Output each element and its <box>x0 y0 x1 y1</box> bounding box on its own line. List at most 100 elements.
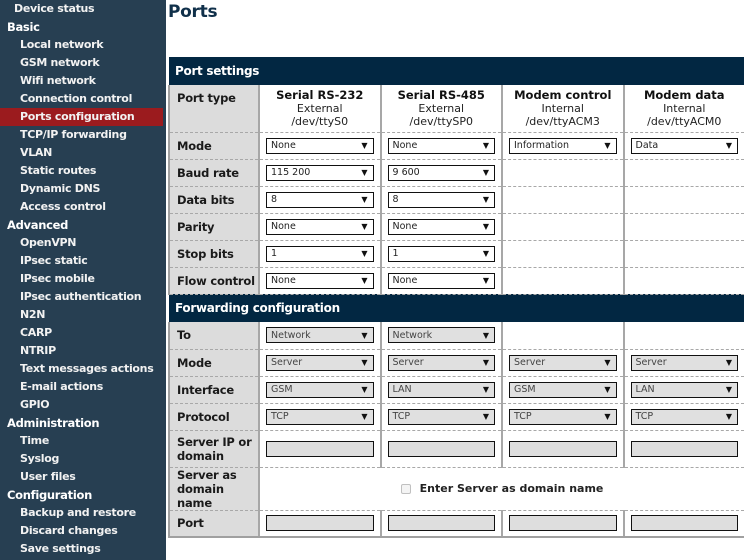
mode-select-port-3[interactable]: Server ▼ <box>509 354 617 371</box>
dropdown-arrow-icon: ▼ <box>725 412 733 421</box>
sidebar-item-carp[interactable]: CARP <box>0 324 166 342</box>
parity-select-port-1[interactable]: None ▼ <box>266 218 374 235</box>
mode-select-port-2[interactable]: Server ▼ <box>387 354 495 371</box>
cell: Server ▼ <box>622 349 744 377</box>
port-settings-row-data-bits: Data bits 8 ▼ 8 ▼ <box>168 186 744 214</box>
mode-select-port-2[interactable]: None ▼ <box>387 137 495 154</box>
row-label: Server IP or domain <box>168 430 259 468</box>
sidebar-item-text-messages-actions[interactable]: Text messages actions <box>0 360 166 378</box>
sidebar-item-access-control[interactable]: Access control <box>0 198 166 216</box>
cell: None ▼ <box>258 213 381 241</box>
cell: None ▼ <box>258 132 381 160</box>
interface-select-port-2[interactable]: LAN ▼ <box>387 381 495 398</box>
cell: Server ▼ <box>258 349 381 377</box>
to-select-port-1[interactable]: Network ▼ <box>266 327 374 344</box>
dropdown-arrow-icon: ▼ <box>482 222 489 231</box>
dropdown-arrow-icon: ▼ <box>482 412 489 421</box>
sidebar-item-ipsec-static[interactable]: IPsec static <box>0 252 166 270</box>
port-input-port-2[interactable] <box>387 515 495 532</box>
port-settings-row-baud-rate: Baud rate 115 200 ▼ 9 600 ▼ <box>168 159 744 187</box>
sidebar-item-connection-control[interactable]: Connection control <box>0 90 166 108</box>
protocol-select-port-4[interactable]: TCP ▼ <box>630 408 739 425</box>
dropdown-arrow-icon: ▼ <box>482 195 489 204</box>
port-input-port-3[interactable] <box>509 515 617 532</box>
select-value: 1 <box>392 248 399 259</box>
sidebar-item-n2n[interactable]: N2N <box>0 306 166 324</box>
protocol-select-port-2[interactable]: TCP ▼ <box>387 408 495 425</box>
sidebar-nav: Device status Basic Local network GSM netwo… <box>0 0 166 560</box>
sidebar-item-save-settings[interactable]: Save settings <box>0 540 166 558</box>
sidebar-item-device-status[interactable]: Device status <box>0 0 166 18</box>
sidebar-item-openvpn[interactable]: OpenVPN <box>0 234 166 252</box>
flow-control-select-port-2[interactable]: None ▼ <box>387 272 495 289</box>
mode-select-port-4[interactable]: Data ▼ <box>630 137 739 154</box>
sidebar-item-time[interactable]: Time <box>0 432 166 450</box>
cell <box>622 159 744 187</box>
cell: 8 ▼ <box>379 186 502 214</box>
select-value: None <box>392 275 418 286</box>
dropdown-arrow-icon: ▼ <box>725 358 733 367</box>
sidebar-item-ipsec-mobile[interactable]: IPsec mobile <box>0 270 166 288</box>
server-ip-input-port-3[interactable] <box>509 440 617 457</box>
sidebar-section-basic: Basic <box>7 20 40 34</box>
dropdown-arrow-icon: ▼ <box>604 141 611 150</box>
flow-control-select-port-1[interactable]: None ▼ <box>266 272 374 289</box>
mode-select-port-1[interactable]: None ▼ <box>266 137 374 154</box>
sidebar-item-e-mail-actions[interactable]: E-mail actions <box>0 378 166 396</box>
sidebar-item-wifi-network[interactable]: Wifi network <box>0 72 166 90</box>
stop-bits-select-port-2[interactable]: 1 ▼ <box>387 245 495 262</box>
sidebar-item-user-files[interactable]: User files <box>0 468 166 486</box>
ports-config-table: Port settings Port type Serial RS-232 Exter… <box>168 57 744 538</box>
baud-rate-select-port-1[interactable]: 115 200 ▼ <box>266 164 374 181</box>
sidebar-item-backup-and-restore[interactable]: Backup and restore <box>0 504 166 522</box>
sidebar-item-tcp-ip-forwarding[interactable]: TCP/IP forwarding <box>0 126 166 144</box>
cell: Server ▼ <box>501 349 624 377</box>
data-bits-select-port-2[interactable]: 8 ▼ <box>387 191 495 208</box>
port-input-port-1[interactable] <box>266 515 374 532</box>
stop-bits-select-port-1[interactable]: 1 ▼ <box>266 245 374 262</box>
sidebar-item-dynamic-dns[interactable]: Dynamic DNS <box>0 180 166 198</box>
cell: LAN ▼ <box>379 376 502 404</box>
forwarding-row-mode: Mode Server ▼ Server ▼ Server ▼ Server ▼ <box>168 349 744 377</box>
port-settings-row-parity: Parity None ▼ None ▼ <box>168 213 744 241</box>
section-title: Forwarding configuration <box>169 294 744 322</box>
interface-select-port-4[interactable]: LAN ▼ <box>630 381 739 398</box>
server-as-domain-checkbox[interactable] <box>400 483 411 494</box>
server-ip-input-port-4[interactable] <box>630 440 739 457</box>
sidebar-item-local-network[interactable]: Local network <box>0 36 166 54</box>
dropdown-arrow-icon: ▼ <box>361 276 368 285</box>
server-ip-input-port-2[interactable] <box>387 440 495 457</box>
sidebar-item-vlan[interactable]: VLAN <box>0 144 166 162</box>
select-value: Information <box>514 140 569 151</box>
port-input-port-4[interactable] <box>630 515 739 532</box>
data-bits-select-port-1[interactable]: 8 ▼ <box>266 191 374 208</box>
parity-select-port-2[interactable]: None ▼ <box>387 218 495 235</box>
sidebar-item-static-routes[interactable]: Static routes <box>0 162 166 180</box>
to-select-port-2[interactable]: Network ▼ <box>387 327 495 344</box>
cell: Network ▼ <box>258 322 381 350</box>
mode-select-port-1[interactable]: Server ▼ <box>266 354 374 371</box>
server-as-domain-checkbox-wrap[interactable]: Enter Server as domain name <box>266 482 738 495</box>
interface-select-port-3[interactable]: GSM ▼ <box>509 381 617 398</box>
sidebar-item-gpio[interactable]: GPIO <box>0 396 166 414</box>
server-ip-input-port-1[interactable] <box>266 440 374 457</box>
interface-select-port-1[interactable]: GSM ▼ <box>266 381 374 398</box>
port-device: /dev/ttyACM0 <box>647 115 722 128</box>
cell <box>501 240 624 268</box>
baud-rate-select-port-2[interactable]: 9 600 ▼ <box>387 164 495 181</box>
mode-select-port-3[interactable]: Information ▼ <box>509 137 617 154</box>
server-ip-row: Server IP or domain <box>168 430 744 468</box>
protocol-select-port-1[interactable]: TCP ▼ <box>266 408 374 425</box>
select-value: GSM <box>271 384 293 395</box>
protocol-select-port-3[interactable]: TCP ▼ <box>509 408 617 425</box>
sidebar-item-ntrip[interactable]: NTRIP <box>0 342 166 360</box>
row-label: Protocol <box>168 403 259 431</box>
sidebar-item-ipsec-authentication[interactable]: IPsec authentication <box>0 288 166 306</box>
sidebar-item-ports-configuration[interactable]: Ports configuration <box>0 108 163 126</box>
sidebar-item-syslog[interactable]: Syslog <box>0 450 166 468</box>
mode-select-port-4[interactable]: Server ▼ <box>630 354 739 371</box>
sidebar-item-discard-changes[interactable]: Discard changes <box>0 522 166 540</box>
cell <box>622 186 744 214</box>
select-value: Server <box>271 357 303 368</box>
sidebar-item-gsm-network[interactable]: GSM network <box>0 54 166 72</box>
